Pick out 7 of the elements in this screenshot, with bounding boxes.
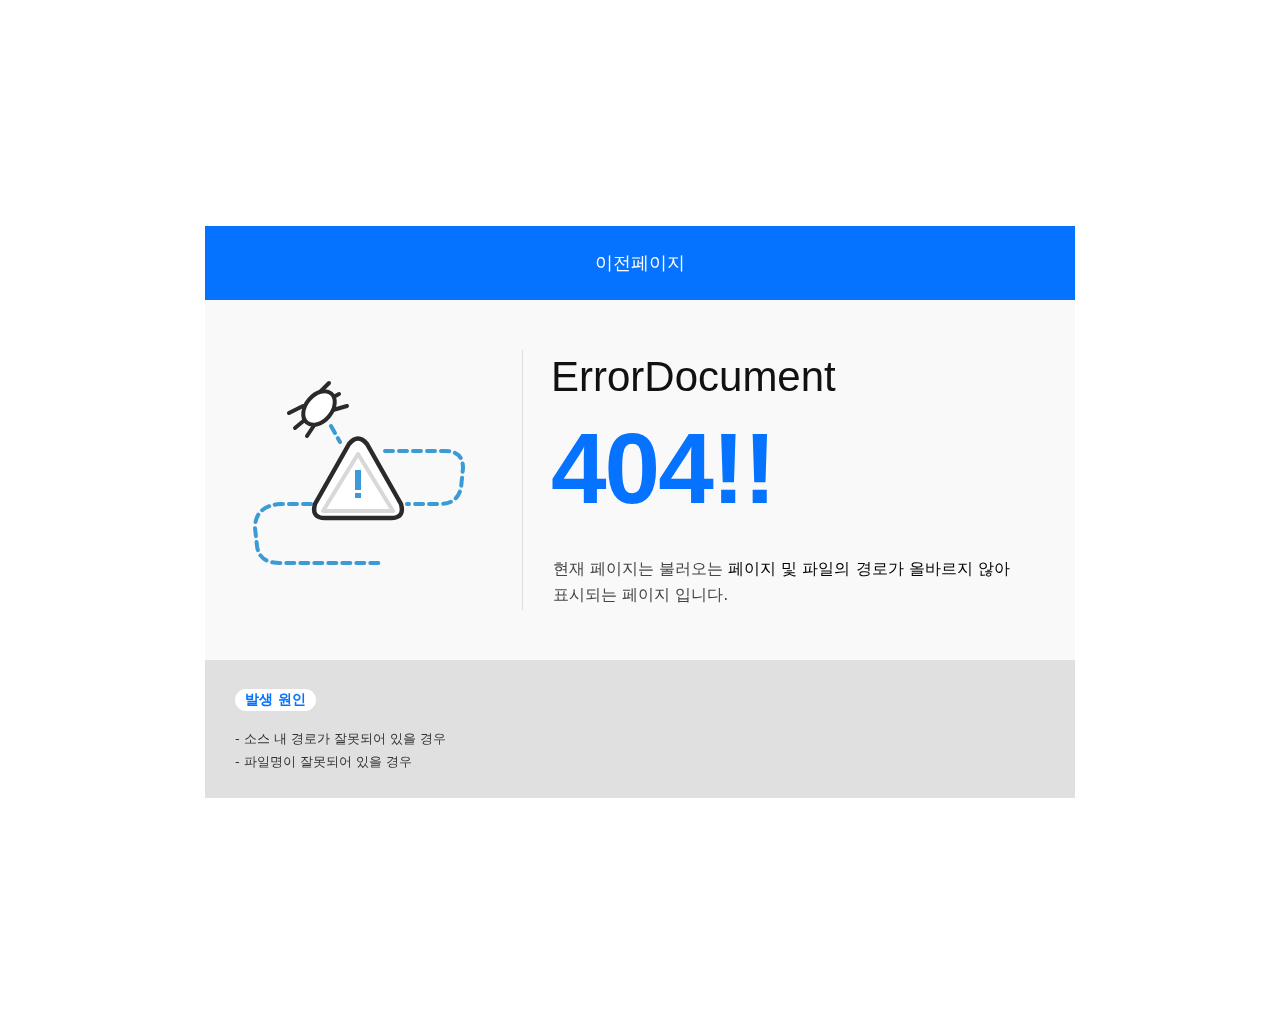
cause-item: - 파일명이 잘못되어 있을 경우	[235, 753, 414, 771]
back-link[interactable]: 이전페이지	[595, 251, 685, 275]
cause-item: - 소스 내 경로가 잘못되어 있을 경우	[235, 730, 448, 748]
error-title: ErrorDocument	[551, 356, 837, 398]
error-description: 현재 페이지는 불러오는 페이지 및 파일의 경로가 올바르지 않아 표시되는 페이지 입니다.	[553, 558, 1010, 606]
error-code: 404!!	[551, 418, 776, 518]
causes-badge: 발생 원인	[235, 689, 316, 711]
